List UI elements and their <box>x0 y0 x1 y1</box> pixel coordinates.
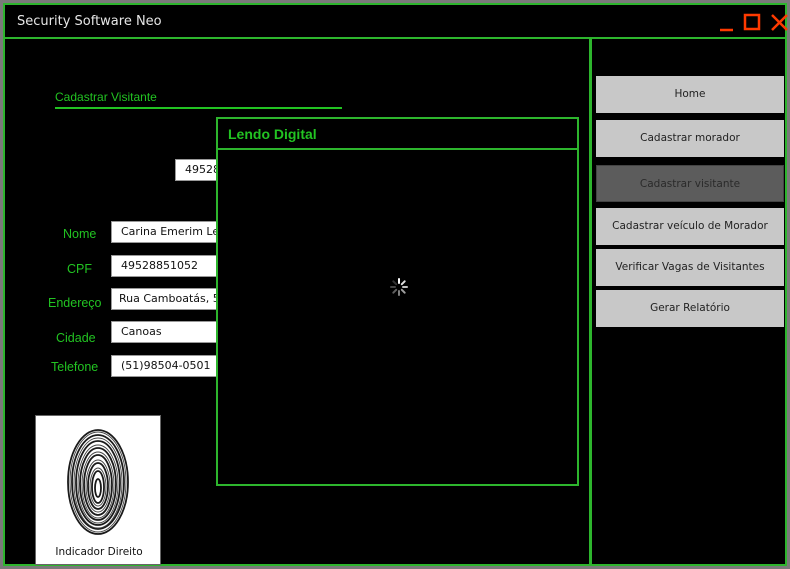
maximize-icon[interactable] <box>742 11 764 33</box>
nome-label: Nome <box>63 227 97 241</box>
endereco-label: Endereço <box>48 296 102 310</box>
dialog-title: Lendo Digital <box>218 119 577 150</box>
telefone-label: Telefone <box>51 360 99 374</box>
cpf-label: CPF <box>67 262 92 276</box>
section-underline <box>55 107 342 109</box>
telefone-field[interactable]: (51)98504-0501 <box>111 355 231 377</box>
nav-cadastrar-visitante-button[interactable]: Cadastrar visitante <box>596 165 784 202</box>
nav-cadastrar-veiculo-button[interactable]: Cadastrar veículo de Morador <box>596 208 784 245</box>
nav-verificar-vagas-button[interactable]: Verificar Vagas de Visitantes <box>596 249 784 286</box>
close-icon[interactable] <box>769 11 790 33</box>
nav-home-button[interactable]: Home <box>596 76 784 113</box>
nav-gerar-relatorio-button[interactable]: Gerar Relatório <box>596 290 784 327</box>
reading-dialog: Lendo Digital <box>216 117 579 486</box>
endereco-field[interactable]: Rua Camboatás, 58 <box>111 288 231 310</box>
fingerprint-card[interactable]: Indicador Direito <box>35 415 161 565</box>
title-bar: Security Software Neo <box>3 3 790 37</box>
fingerprint-icon <box>67 429 129 535</box>
cpf-field[interactable]: 49528851052 <box>111 255 231 277</box>
minimize-icon[interactable] <box>717 11 739 33</box>
nome-field[interactable]: Carina Emerim Leite <box>111 221 231 243</box>
cidade-label: Cidade <box>56 331 96 345</box>
window-title: Security Software Neo <box>17 14 162 29</box>
fingerprint-caption: Indicador Direito <box>55 546 143 558</box>
nav-cadastrar-morador-button[interactable]: Cadastrar morador <box>596 120 784 157</box>
cidade-field[interactable]: Canoas <box>111 321 231 343</box>
section-title: Cadastrar Visitante <box>55 90 157 104</box>
loading-spinner-icon <box>390 278 408 296</box>
